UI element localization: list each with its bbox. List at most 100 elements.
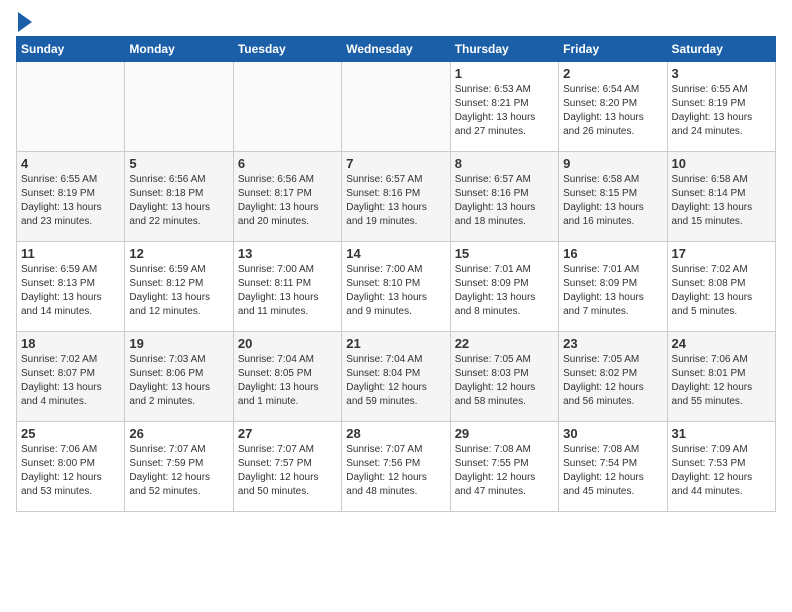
calendar-cell: 19 Sunrise: 7:03 AM Sunset: 8:06 PM Dayli… — [125, 332, 233, 422]
day-number: 13 — [238, 246, 337, 261]
logo — [16, 16, 32, 28]
calendar-cell: 28 Sunrise: 7:07 AM Sunset: 7:56 PM Dayli… — [342, 422, 450, 512]
day-number: 20 — [238, 336, 337, 351]
calendar-cell: 17 Sunrise: 7:02 AM Sunset: 8:08 PM Dayli… — [667, 242, 775, 332]
calendar-cell: 14 Sunrise: 7:00 AM Sunset: 8:10 PM Dayli… — [342, 242, 450, 332]
day-number: 10 — [672, 156, 771, 171]
calendar-cell: 10 Sunrise: 6:58 AM Sunset: 8:14 PM Dayli… — [667, 152, 775, 242]
day-number: 14 — [346, 246, 445, 261]
day-info: Sunrise: 6:58 AM Sunset: 8:14 PM Dayligh… — [672, 173, 771, 229]
calendar-cell: 31 Sunrise: 7:09 AM Sunset: 7:53 PM Dayli… — [667, 422, 775, 512]
day-number: 18 — [21, 336, 120, 351]
day-info: Sunrise: 6:58 AM Sunset: 8:15 PM Dayligh… — [563, 173, 662, 229]
calendar-table: SundayMondayTuesdayWednesdayThursdayFrid… — [16, 36, 776, 512]
day-info: Sunrise: 6:57 AM Sunset: 8:16 PM Dayligh… — [455, 173, 554, 229]
calendar-week-row: 18 Sunrise: 7:02 AM Sunset: 8:07 PM Dayli… — [17, 332, 776, 422]
calendar-cell: 7 Sunrise: 6:57 AM Sunset: 8:16 PM Daylig… — [342, 152, 450, 242]
calendar-cell: 5Sunrise: 6:56 AM Sunset: 8:18 PM Daylig… — [125, 152, 233, 242]
day-number: 30 — [563, 426, 662, 441]
calendar-cell: 30 Sunrise: 7:08 AM Sunset: 7:54 PM Dayli… — [559, 422, 667, 512]
day-info: Sunrise: 7:04 AM Sunset: 8:05 PM Dayligh… — [238, 353, 337, 409]
day-number: 9 — [563, 156, 662, 171]
calendar-cell — [342, 62, 450, 152]
calendar-week-row: 1 Sunrise: 6:53 AM Sunset: 8:21 PM Daylig… — [17, 62, 776, 152]
day-number: 21 — [346, 336, 445, 351]
day-info: Sunrise: 6:59 AM Sunset: 8:13 PM Dayligh… — [21, 263, 120, 319]
day-number: 24 — [672, 336, 771, 351]
calendar-cell: 23 Sunrise: 7:05 AM Sunset: 8:02 PM Dayli… — [559, 332, 667, 422]
day-number: 3 — [672, 66, 771, 81]
day-number: 16 — [563, 246, 662, 261]
calendar-cell — [125, 62, 233, 152]
day-number: 25 — [21, 426, 120, 441]
calendar-cell: 3 Sunrise: 6:55 AM Sunset: 8:19 PM Daylig… — [667, 62, 775, 152]
calendar-cell: 21Sunrise: 7:04 AM Sunset: 8:04 PM Dayli… — [342, 332, 450, 422]
day-number: 8 — [455, 156, 554, 171]
day-info: Sunrise: 7:00 AM Sunset: 8:10 PM Dayligh… — [346, 263, 445, 319]
day-number: 31 — [672, 426, 771, 441]
day-info: Sunrise: 7:07 AM Sunset: 7:59 PM Dayligh… — [129, 443, 228, 499]
day-info: Sunrise: 7:02 AM Sunset: 8:07 PM Dayligh… — [21, 353, 120, 409]
day-info: Sunrise: 7:06 AM Sunset: 8:01 PM Dayligh… — [672, 353, 771, 409]
day-info: Sunrise: 7:07 AM Sunset: 7:57 PM Dayligh… — [238, 443, 337, 499]
day-info: Sunrise: 7:08 AM Sunset: 7:55 PM Dayligh… — [455, 443, 554, 499]
day-number: 11 — [21, 246, 120, 261]
day-number: 26 — [129, 426, 228, 441]
day-info: Sunrise: 6:55 AM Sunset: 8:19 PM Dayligh… — [21, 173, 120, 229]
day-number: 22 — [455, 336, 554, 351]
day-number: 1 — [455, 66, 554, 81]
day-info: Sunrise: 7:00 AM Sunset: 8:11 PM Dayligh… — [238, 263, 337, 319]
day-info: Sunrise: 7:05 AM Sunset: 8:02 PM Dayligh… — [563, 353, 662, 409]
day-info: Sunrise: 7:06 AM Sunset: 8:00 PM Dayligh… — [21, 443, 120, 499]
calendar-cell: 27 Sunrise: 7:07 AM Sunset: 7:57 PM Dayli… — [233, 422, 341, 512]
calendar-cell: 20 Sunrise: 7:04 AM Sunset: 8:05 PM Dayli… — [233, 332, 341, 422]
day-info: Sunrise: 7:03 AM Sunset: 8:06 PM Dayligh… — [129, 353, 228, 409]
day-number: 6 — [238, 156, 337, 171]
day-info: Sunrise: 7:01 AM Sunset: 8:09 PM Dayligh… — [563, 263, 662, 319]
day-number: 2 — [563, 66, 662, 81]
day-number: 15 — [455, 246, 554, 261]
day-number: 5 — [129, 156, 228, 171]
day-number: 12 — [129, 246, 228, 261]
calendar-cell: 8 Sunrise: 6:57 AM Sunset: 8:16 PM Daylig… — [450, 152, 558, 242]
calendar-cell — [17, 62, 125, 152]
weekday-header-sunday: Sunday — [17, 37, 125, 62]
calendar-cell: 29Sunrise: 7:08 AM Sunset: 7:55 PM Dayli… — [450, 422, 558, 512]
day-info: Sunrise: 7:02 AM Sunset: 8:08 PM Dayligh… — [672, 263, 771, 319]
calendar-cell: 12 Sunrise: 6:59 AM Sunset: 8:12 PM Dayli… — [125, 242, 233, 332]
calendar-week-row: 4Sunrise: 6:55 AM Sunset: 8:19 PM Daylig… — [17, 152, 776, 242]
day-number: 7 — [346, 156, 445, 171]
calendar-cell: 4Sunrise: 6:55 AM Sunset: 8:19 PM Daylig… — [17, 152, 125, 242]
day-info: Sunrise: 7:07 AM Sunset: 7:56 PM Dayligh… — [346, 443, 445, 499]
calendar-cell: 26 Sunrise: 7:07 AM Sunset: 7:59 PM Dayli… — [125, 422, 233, 512]
day-number: 17 — [672, 246, 771, 261]
day-number: 23 — [563, 336, 662, 351]
day-info: Sunrise: 6:53 AM Sunset: 8:21 PM Dayligh… — [455, 83, 554, 139]
weekday-header-thursday: Thursday — [450, 37, 558, 62]
day-number: 27 — [238, 426, 337, 441]
day-info: Sunrise: 6:55 AM Sunset: 8:19 PM Dayligh… — [672, 83, 771, 139]
day-info: Sunrise: 6:59 AM Sunset: 8:12 PM Dayligh… — [129, 263, 228, 319]
day-info: Sunrise: 6:57 AM Sunset: 8:16 PM Dayligh… — [346, 173, 445, 229]
day-info: Sunrise: 7:09 AM Sunset: 7:53 PM Dayligh… — [672, 443, 771, 499]
calendar-cell: 16 Sunrise: 7:01 AM Sunset: 8:09 PM Dayli… — [559, 242, 667, 332]
calendar-cell: 15Sunrise: 7:01 AM Sunset: 8:09 PM Dayli… — [450, 242, 558, 332]
calendar-cell: 6 Sunrise: 6:56 AM Sunset: 8:17 PM Daylig… — [233, 152, 341, 242]
calendar-cell: 18 Sunrise: 7:02 AM Sunset: 8:07 PM Dayli… — [17, 332, 125, 422]
calendar-cell: 24 Sunrise: 7:06 AM Sunset: 8:01 PM Dayli… — [667, 332, 775, 422]
calendar-cell: 13 Sunrise: 7:00 AM Sunset: 8:11 PM Dayli… — [233, 242, 341, 332]
day-number: 19 — [129, 336, 228, 351]
weekday-header-friday: Friday — [559, 37, 667, 62]
weekday-header-saturday: Saturday — [667, 37, 775, 62]
logo-arrow-icon — [18, 12, 32, 32]
calendar-cell: 2 Sunrise: 6:54 AM Sunset: 8:20 PM Daylig… — [559, 62, 667, 152]
day-info: Sunrise: 7:08 AM Sunset: 7:54 PM Dayligh… — [563, 443, 662, 499]
calendar-cell: 22Sunrise: 7:05 AM Sunset: 8:03 PM Dayli… — [450, 332, 558, 422]
day-info: Sunrise: 6:54 AM Sunset: 8:20 PM Dayligh… — [563, 83, 662, 139]
calendar-header-row: SundayMondayTuesdayWednesdayThursdayFrid… — [17, 37, 776, 62]
page-header — [16, 16, 776, 28]
day-info: Sunrise: 6:56 AM Sunset: 8:17 PM Dayligh… — [238, 173, 337, 229]
day-number: 28 — [346, 426, 445, 441]
weekday-header-wednesday: Wednesday — [342, 37, 450, 62]
calendar-week-row: 11 Sunrise: 6:59 AM Sunset: 8:13 PM Dayli… — [17, 242, 776, 332]
